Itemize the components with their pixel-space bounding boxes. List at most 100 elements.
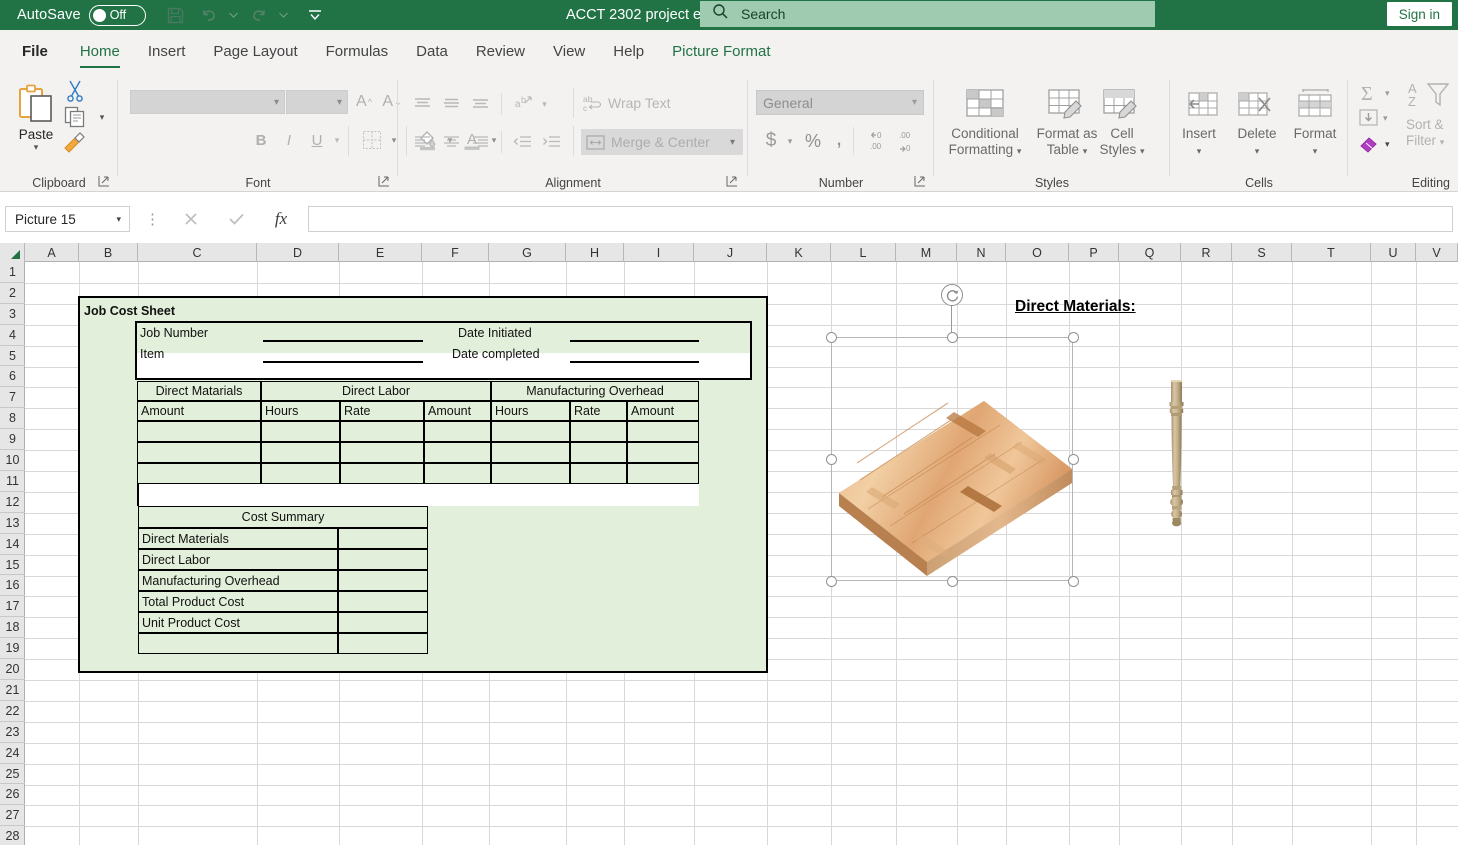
- clipboard-dialog-launcher[interactable]: [98, 174, 112, 188]
- orientation-icon[interactable]: ab: [508, 90, 537, 118]
- column-header-M[interactable]: M: [896, 243, 957, 262]
- table-row[interactable]: [424, 442, 491, 463]
- row-header-20[interactable]: 20: [0, 659, 25, 680]
- table-row[interactable]: [137, 442, 261, 463]
- resize-handle-top-center[interactable]: [947, 332, 958, 343]
- column-header-E[interactable]: E: [339, 243, 422, 262]
- table-row[interactable]: [491, 442, 570, 463]
- cost-summary-value-direct-labor[interactable]: [338, 549, 428, 570]
- tab-insert[interactable]: Insert: [134, 30, 200, 72]
- column-header-A[interactable]: A: [25, 243, 79, 262]
- column-header-C[interactable]: C: [138, 243, 257, 262]
- font-dialog-launcher[interactable]: [378, 174, 392, 188]
- column-header-J[interactable]: J: [694, 243, 767, 262]
- resize-handle-top-right[interactable]: [1068, 332, 1079, 343]
- redo-icon[interactable]: [244, 2, 274, 28]
- comma-format-icon[interactable]: ,: [828, 127, 850, 155]
- select-all-button[interactable]: [0, 243, 25, 262]
- table-row[interactable]: [570, 463, 627, 484]
- table-row[interactable]: [570, 442, 627, 463]
- alignment-dialog-launcher[interactable]: [726, 174, 740, 188]
- resize-handle-bottom-left[interactable]: [826, 576, 837, 587]
- table-row[interactable]: [261, 463, 340, 484]
- conditional-formatting-dropdown-icon[interactable]: ▾: [1017, 146, 1022, 156]
- align-left-icon[interactable]: [408, 128, 437, 156]
- row-header-28[interactable]: 28: [0, 826, 25, 845]
- row-header-2[interactable]: 2: [0, 283, 25, 304]
- row-header-19[interactable]: 19: [0, 638, 25, 660]
- delete-cells-dropdown-icon[interactable]: ▾: [1255, 146, 1260, 156]
- row-header-7[interactable]: 7: [0, 387, 25, 409]
- row-header-8[interactable]: 8: [0, 408, 25, 430]
- paste-dropdown-icon[interactable]: ▾: [34, 142, 39, 153]
- tab-help[interactable]: Help: [599, 30, 658, 72]
- delete-cells-button[interactable]: Delete ▾: [1228, 78, 1286, 170]
- bottom-align-icon[interactable]: [466, 90, 495, 118]
- cost-summary-value-direct-materials[interactable]: [338, 528, 428, 549]
- column-header-O[interactable]: O: [1006, 243, 1069, 262]
- accounting-format-icon[interactable]: $: [758, 127, 784, 155]
- middle-align-icon[interactable]: [437, 90, 466, 118]
- table-leg-picture[interactable]: [1160, 378, 1192, 528]
- conditional-formatting-button[interactable]: Conditional Formatting ▾: [942, 78, 1028, 170]
- cell-styles-button[interactable]: Cell Styles ▾: [1086, 78, 1158, 170]
- row-header-21[interactable]: 21: [0, 680, 25, 701]
- cost-summary-value-blank[interactable]: [338, 633, 428, 654]
- orientation-dropdown-icon[interactable]: ▾: [537, 90, 552, 118]
- table-row[interactable]: [491, 421, 570, 442]
- tab-formulas[interactable]: Formulas: [312, 30, 403, 72]
- sign-in-button[interactable]: Sign in: [1386, 2, 1452, 26]
- italic-icon[interactable]: I: [276, 127, 302, 153]
- table-row[interactable]: [627, 463, 699, 484]
- copy-dropdown-icon[interactable]: ▾: [87, 104, 117, 130]
- table-row[interactable]: [340, 421, 424, 442]
- increase-decimal-icon[interactable]: 0.00: [860, 127, 890, 155]
- column-header-G[interactable]: G: [489, 243, 566, 262]
- font-name-input[interactable]: ▾: [130, 90, 285, 114]
- job-cost-sheet[interactable]: Job Cost Sheet Job Number Item Date Init…: [78, 296, 768, 673]
- sort-filter-button[interactable]: AZ Sort & Filter ▾: [1406, 80, 1452, 150]
- tab-file[interactable]: File: [0, 30, 66, 72]
- font-name-dropdown-icon[interactable]: ▾: [274, 97, 279, 108]
- fill-dropdown-icon[interactable]: ▾: [1383, 113, 1388, 124]
- align-right-icon[interactable]: [466, 128, 495, 156]
- row-header-12[interactable]: 12: [0, 492, 25, 513]
- column-header-L[interactable]: L: [831, 243, 896, 262]
- underline-dropdown-icon[interactable]: ▾: [329, 127, 345, 153]
- format-cells-dropdown-icon[interactable]: ▾: [1313, 146, 1318, 156]
- table-row[interactable]: [424, 421, 491, 442]
- column-header-N[interactable]: N: [957, 243, 1006, 262]
- table-row[interactable]: [261, 421, 340, 442]
- column-header-R[interactable]: R: [1181, 243, 1232, 262]
- table-row[interactable]: [570, 421, 627, 442]
- merge-center-button[interactable]: Merge & Center ▾: [581, 129, 743, 155]
- insert-cells-dropdown-icon[interactable]: ▾: [1197, 146, 1202, 156]
- column-header-F[interactable]: F: [422, 243, 489, 262]
- picture-selection-box[interactable]: [826, 332, 1079, 587]
- cost-summary-value-total-product-cost[interactable]: [338, 591, 428, 612]
- column-header-V[interactable]: V: [1416, 243, 1458, 262]
- decrease-indent-icon[interactable]: [508, 128, 537, 156]
- borders-icon[interactable]: [358, 127, 386, 153]
- tab-view[interactable]: View: [539, 30, 599, 72]
- cancel-formula-icon[interactable]: [175, 206, 207, 232]
- column-header-S[interactable]: S: [1232, 243, 1292, 262]
- table-row[interactable]: [627, 421, 699, 442]
- column-header-I[interactable]: I: [624, 243, 694, 262]
- rotate-handle[interactable]: [941, 284, 963, 306]
- row-header-6[interactable]: 6: [0, 367, 25, 388]
- column-header-P[interactable]: P: [1069, 243, 1119, 262]
- tab-page-layout[interactable]: Page Layout: [199, 30, 311, 72]
- clear-button[interactable]: ▾: [1358, 134, 1390, 154]
- column-header-Q[interactable]: Q: [1119, 243, 1181, 262]
- tab-picture-format[interactable]: Picture Format: [658, 30, 784, 72]
- autosum-button[interactable]: Σ ▾: [1358, 82, 1390, 104]
- bold-icon[interactable]: B: [248, 127, 274, 153]
- row-header-9[interactable]: 9: [0, 429, 25, 451]
- table-row[interactable]: [424, 463, 491, 484]
- tab-review[interactable]: Review: [462, 30, 539, 72]
- number-format-dropdown-icon[interactable]: ▾: [912, 97, 917, 108]
- format-cells-button[interactable]: Format ▾: [1286, 78, 1344, 170]
- sort-filter-dropdown-icon[interactable]: ▾: [1440, 137, 1445, 147]
- item-value-line[interactable]: [263, 361, 423, 363]
